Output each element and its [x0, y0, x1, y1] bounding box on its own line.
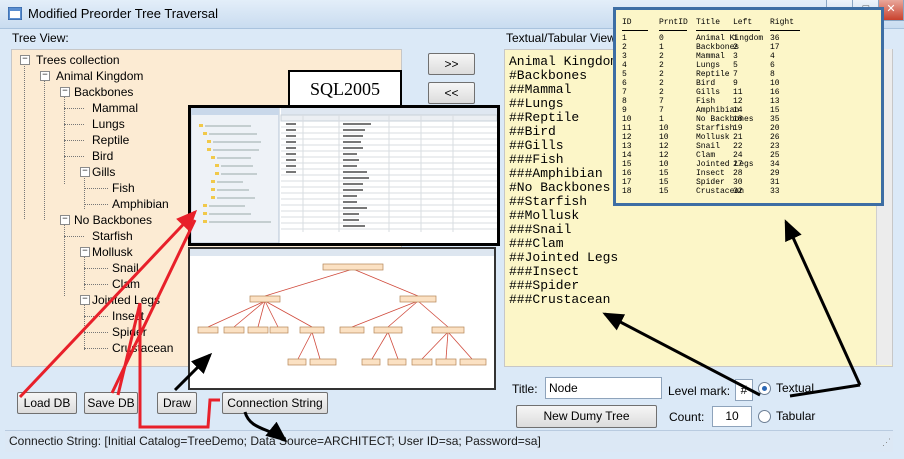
annotation-arrows — [18, 209, 862, 442]
